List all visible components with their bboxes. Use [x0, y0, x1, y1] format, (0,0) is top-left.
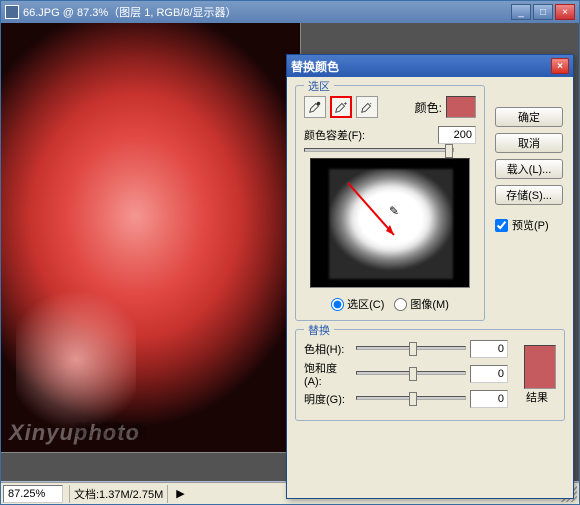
replace-legend: 替换 — [304, 322, 334, 338]
fuzziness-label: 颜色容差(F): — [304, 127, 434, 143]
image-content — [1, 23, 300, 452]
cancel-button[interactable]: 取消 — [495, 133, 563, 153]
maximize-button[interactable]: □ — [533, 4, 553, 20]
preview-checkbox-label[interactable]: 预览(P) — [495, 217, 563, 233]
replace-color-dialog: 替换颜色 × 确定 取消 载入(L)... 存储(S)... 预览(P) 选区 — [286, 54, 574, 499]
eyedropper-icon[interactable] — [304, 96, 326, 118]
saturation-input[interactable] — [470, 365, 508, 383]
minimize-button[interactable]: _ — [511, 4, 531, 20]
doc-icon — [5, 5, 19, 19]
canvas[interactable]: Xinyuphoto 馨视影像 — [1, 23, 301, 453]
hue-label: 色相(H): — [304, 341, 352, 357]
eyedropper-cursor-icon: ✎ — [389, 204, 399, 218]
save-button[interactable]: 存储(S)... — [495, 185, 563, 205]
watermark-cn: 馨视影像 — [75, 418, 147, 444]
svg-text:-: - — [370, 100, 372, 107]
radio-selection[interactable]: 选区(C) — [331, 296, 384, 312]
document-title: 66.JPG @ 87.3%（图层 1, RGB/8/显示器） — [23, 4, 237, 20]
radio-image[interactable]: 图像(M) — [394, 296, 449, 312]
saturation-label: 饱和度(A): — [304, 360, 352, 388]
sample-color-swatch[interactable] — [446, 96, 476, 118]
ok-button[interactable]: 确定 — [495, 107, 563, 127]
doc-size-label: 文档:1.37M/2.75M — [74, 486, 163, 502]
fuzziness-input[interactable] — [438, 126, 476, 144]
preview-checkbox[interactable] — [495, 219, 508, 232]
hue-slider[interactable] — [356, 346, 466, 350]
dialog-title: 替换颜色 — [291, 58, 339, 75]
eyedropper-minus-icon[interactable]: - — [356, 96, 378, 118]
selection-legend: 选区 — [304, 78, 334, 94]
saturation-slider[interactable] — [356, 371, 466, 375]
selection-preview: ✎ — [310, 158, 470, 288]
lightness-slider[interactable] — [356, 396, 466, 400]
eyedropper-plus-icon[interactable]: + — [330, 96, 352, 118]
svg-text:+: + — [344, 100, 348, 107]
color-label: 颜色: — [415, 99, 442, 116]
load-button[interactable]: 载入(L)... — [495, 159, 563, 179]
close-button[interactable]: × — [555, 4, 575, 20]
lightness-input[interactable] — [470, 390, 508, 408]
result-label: 结果 — [526, 389, 548, 405]
hue-input[interactable] — [470, 340, 508, 358]
result-color-swatch[interactable] — [524, 345, 556, 389]
document-titlebar[interactable]: 66.JPG @ 87.3%（图层 1, RGB/8/显示器） _ □ × — [1, 1, 579, 23]
fuzziness-slider[interactable] — [304, 148, 454, 152]
dialog-close-button[interactable]: × — [551, 58, 569, 74]
dialog-titlebar[interactable]: 替换颜色 × — [287, 55, 573, 77]
lightness-label: 明度(G): — [304, 391, 352, 407]
zoom-input[interactable]: 87.25% — [3, 485, 63, 503]
